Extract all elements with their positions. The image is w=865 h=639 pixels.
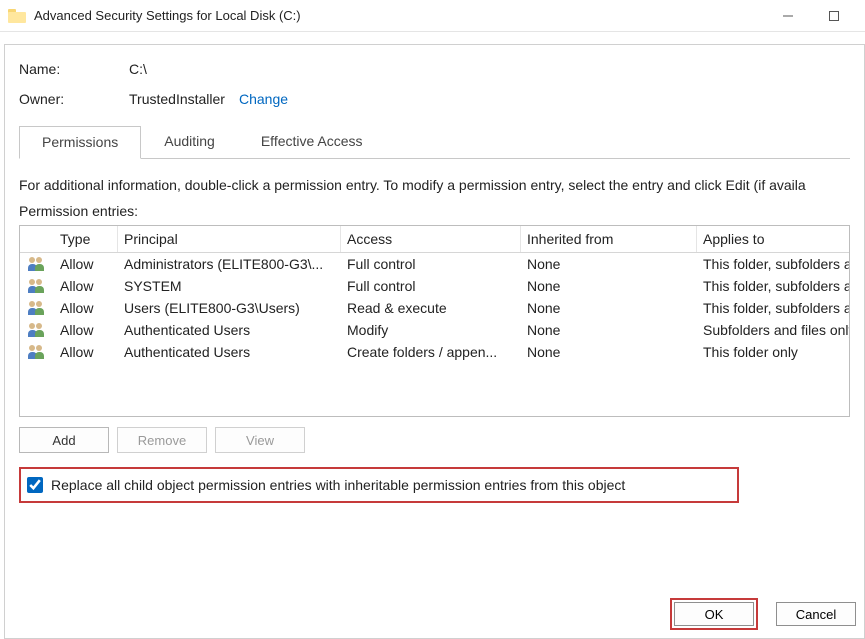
cell-type: Allow bbox=[54, 300, 118, 316]
cell-applies: This folder only bbox=[697, 344, 850, 360]
header-type[interactable]: Type bbox=[54, 226, 118, 252]
window-title: Advanced Security Settings for Local Dis… bbox=[34, 8, 301, 23]
cell-applies: This folder, subfolders and bbox=[697, 300, 850, 316]
header-principal[interactable]: Principal bbox=[118, 226, 341, 252]
minimize-button[interactable] bbox=[765, 0, 811, 32]
tab-strip: Permissions Auditing Effective Access bbox=[19, 125, 850, 159]
replace-child-highlight: Replace all child object permission entr… bbox=[19, 467, 739, 503]
table-row[interactable]: Allow Authenticated Users Create folders… bbox=[20, 341, 849, 363]
add-button[interactable]: Add bbox=[19, 427, 109, 453]
cell-access: Full control bbox=[341, 256, 521, 272]
users-icon bbox=[20, 257, 54, 271]
users-icon bbox=[20, 301, 54, 315]
folder-icon bbox=[8, 9, 26, 23]
maximize-button[interactable] bbox=[811, 0, 857, 32]
cell-inherited: None bbox=[521, 256, 697, 272]
dialog-body: Name: C:\ Owner: TrustedInstaller Change… bbox=[4, 44, 865, 639]
users-icon bbox=[20, 279, 54, 293]
cell-applies: This folder, subfolders and bbox=[697, 256, 850, 272]
cell-type: Allow bbox=[54, 344, 118, 360]
header-access[interactable]: Access bbox=[341, 226, 521, 252]
cell-type: Allow bbox=[54, 256, 118, 272]
cell-inherited: None bbox=[521, 344, 697, 360]
cell-principal: Users (ELITE800-G3\Users) bbox=[118, 300, 341, 316]
info-text: For additional information, double-click… bbox=[19, 177, 850, 193]
cell-inherited: None bbox=[521, 322, 697, 338]
owner-value: TrustedInstaller bbox=[129, 91, 225, 107]
cell-principal: SYSTEM bbox=[118, 278, 341, 294]
cell-type: Allow bbox=[54, 278, 118, 294]
table-row[interactable]: Allow Administrators (ELITE800-G3\... Fu… bbox=[20, 253, 849, 275]
users-icon bbox=[20, 345, 54, 359]
cell-access: Modify bbox=[341, 322, 521, 338]
users-icon bbox=[20, 323, 54, 337]
cell-principal: Authenticated Users bbox=[118, 344, 341, 360]
owner-label: Owner: bbox=[19, 91, 129, 107]
permission-header: Type Principal Access Inherited from App… bbox=[20, 226, 849, 253]
cell-access: Read & execute bbox=[341, 300, 521, 316]
cell-access: Create folders / appen... bbox=[341, 344, 521, 360]
ok-button[interactable]: OK bbox=[674, 602, 754, 626]
permission-list[interactable]: Type Principal Access Inherited from App… bbox=[19, 225, 850, 417]
header-icon-col bbox=[20, 234, 54, 244]
titlebar: Advanced Security Settings for Local Dis… bbox=[0, 0, 865, 32]
tab-auditing[interactable]: Auditing bbox=[141, 125, 238, 158]
cell-inherited: None bbox=[521, 300, 697, 316]
header-applies[interactable]: Applies to bbox=[697, 226, 850, 252]
change-owner-link[interactable]: Change bbox=[239, 91, 288, 107]
cell-applies: This folder, subfolders and bbox=[697, 278, 850, 294]
replace-child-label: Replace all child object permission entr… bbox=[51, 477, 625, 493]
view-button[interactable]: View bbox=[215, 427, 305, 453]
tab-permissions[interactable]: Permissions bbox=[19, 126, 141, 159]
cancel-button[interactable]: Cancel bbox=[776, 602, 856, 626]
cell-principal: Administrators (ELITE800-G3\... bbox=[118, 256, 341, 272]
owner-row: Owner: TrustedInstaller Change bbox=[19, 91, 850, 107]
permission-entries-label: Permission entries: bbox=[19, 203, 850, 219]
cell-inherited: None bbox=[521, 278, 697, 294]
tab-effective-access[interactable]: Effective Access bbox=[238, 125, 386, 158]
table-row[interactable]: Allow Authenticated Users Modify None Su… bbox=[20, 319, 849, 341]
cell-type: Allow bbox=[54, 322, 118, 338]
replace-child-checkbox[interactable] bbox=[27, 477, 43, 493]
entry-buttons: Add Remove View bbox=[19, 427, 850, 453]
remove-button[interactable]: Remove bbox=[117, 427, 207, 453]
table-row[interactable]: Allow Users (ELITE800-G3\Users) Read & e… bbox=[20, 297, 849, 319]
header-inherited[interactable]: Inherited from bbox=[521, 226, 697, 252]
name-row: Name: C:\ bbox=[19, 61, 850, 77]
name-label: Name: bbox=[19, 61, 129, 77]
cell-applies: Subfolders and files only bbox=[697, 322, 850, 338]
footer-buttons: OK Cancel bbox=[670, 598, 856, 630]
cell-access: Full control bbox=[341, 278, 521, 294]
ok-highlight: OK bbox=[670, 598, 758, 630]
table-row[interactable]: Allow SYSTEM Full control None This fold… bbox=[20, 275, 849, 297]
cell-principal: Authenticated Users bbox=[118, 322, 341, 338]
name-value: C:\ bbox=[129, 61, 147, 77]
